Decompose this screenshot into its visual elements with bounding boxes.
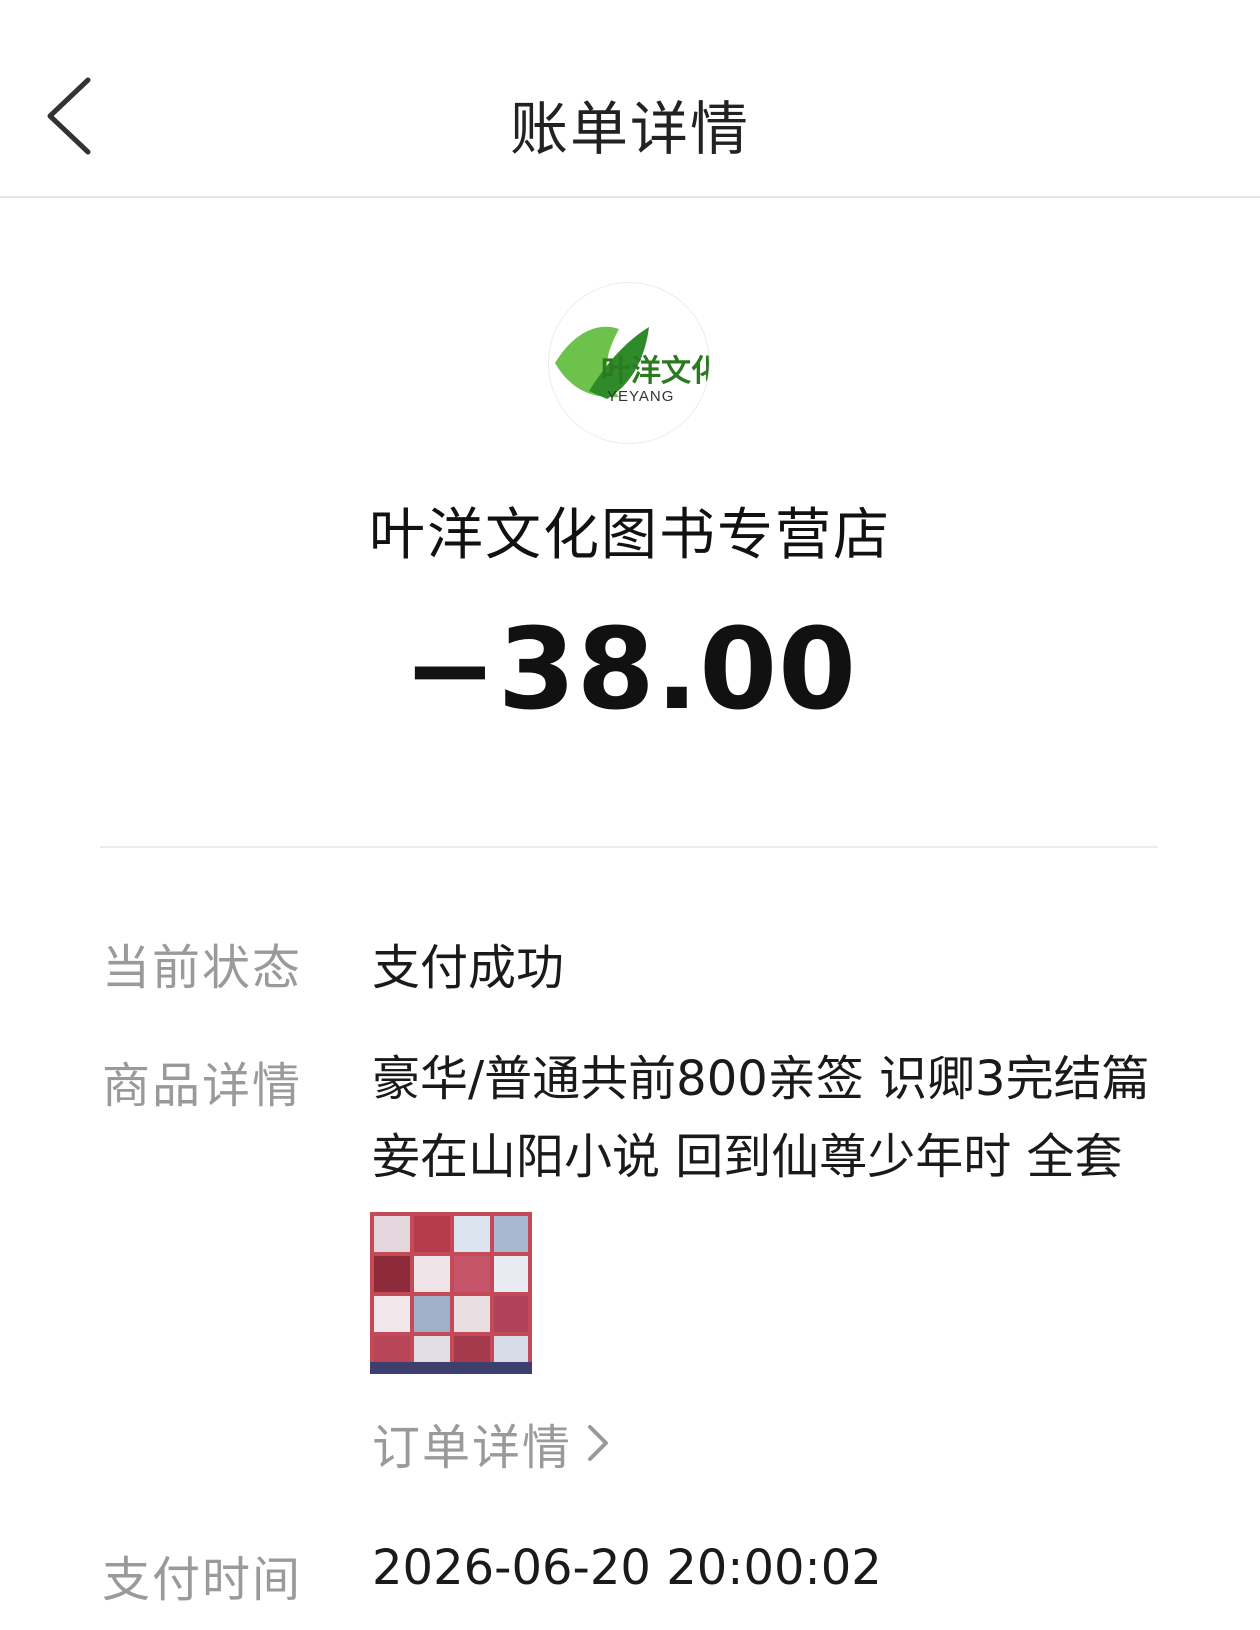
product-label: 商品详情 [102,1058,303,1114]
svg-text:YEYANG: YEYANG [607,388,674,405]
page-title: 账单详情 [509,95,750,163]
status-value: 支付成功 [372,940,565,996]
product-description: 豪华/普通共前800亲签 识卿3完结篇 妾在山阳小说 回到仙尊少年时 全套 [372,1051,1150,1185]
order-detail-label: 订单详情 [372,1420,573,1476]
leaf-logo-icon: 叶洋文化 YEYANG [555,326,709,405]
nav-bar: 账单详情 [0,0,1260,198]
product-image [370,1212,532,1374]
transaction-amount: −38.00 [402,605,858,735]
divider [100,846,1158,848]
order-detail-link[interactable]: 订单详情 [372,1408,612,1478]
merchant-name: 叶洋文化图书专营店 [369,503,891,568]
status-label: 当前状态 [102,940,303,996]
svg-text:叶洋文化: 叶洋文化 [601,354,709,388]
merchant-logo: 叶洋文化 YEYANG [548,282,710,444]
chevron-right-icon [588,1425,609,1461]
pay-time-value: 2026-06-20 20:00:02 [372,1540,882,1596]
product-thumbnail[interactable] [370,1212,532,1374]
pay-time-label: 支付时间 [102,1552,303,1608]
